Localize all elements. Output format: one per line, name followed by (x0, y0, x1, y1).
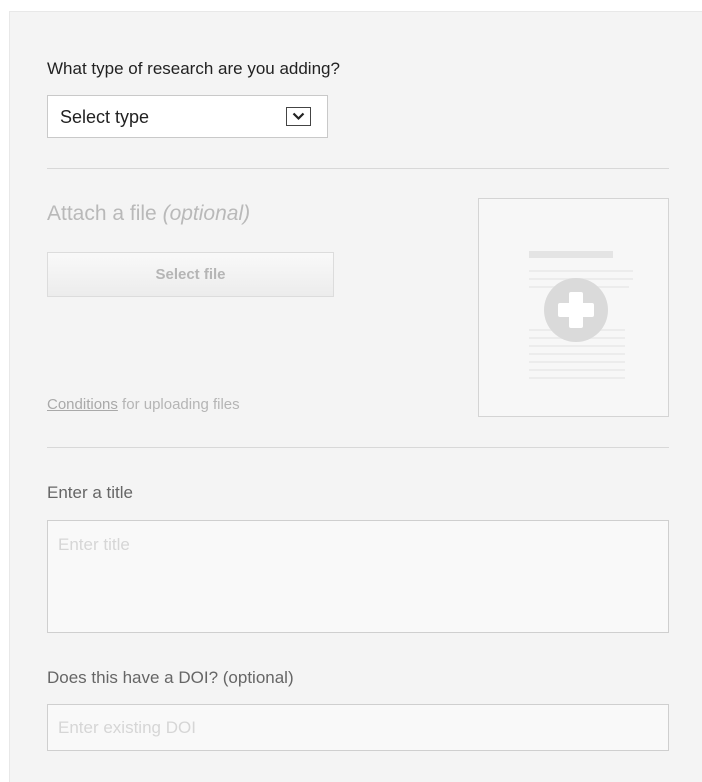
title-input[interactable] (47, 520, 669, 633)
research-type-label: What type of research are you adding? (47, 59, 340, 78)
select-file-button[interactable]: Select file (47, 252, 334, 297)
conditions-link[interactable]: Conditions (47, 396, 118, 413)
doi-field-label: Does this have a DOI? (optional) (47, 668, 294, 687)
file-upload-preview[interactable] (478, 198, 669, 417)
add-research-panel: What type of research are you adding? Se… (9, 11, 702, 782)
research-type-selected-value: Select type (60, 107, 150, 127)
attach-file-title: Attach a file (optional) (47, 202, 251, 225)
title-field-label: Enter a title (47, 483, 133, 502)
chevron-down-icon[interactable] (286, 107, 311, 126)
research-type-select[interactable]: Select type (47, 95, 328, 138)
upload-conditions-note: Conditions for uploading files (47, 396, 240, 413)
document-add-icon (529, 251, 633, 379)
section-divider (47, 447, 669, 448)
doi-input[interactable] (47, 704, 669, 751)
section-divider (47, 168, 669, 169)
attach-file-optional-note: (optional) (162, 202, 251, 225)
